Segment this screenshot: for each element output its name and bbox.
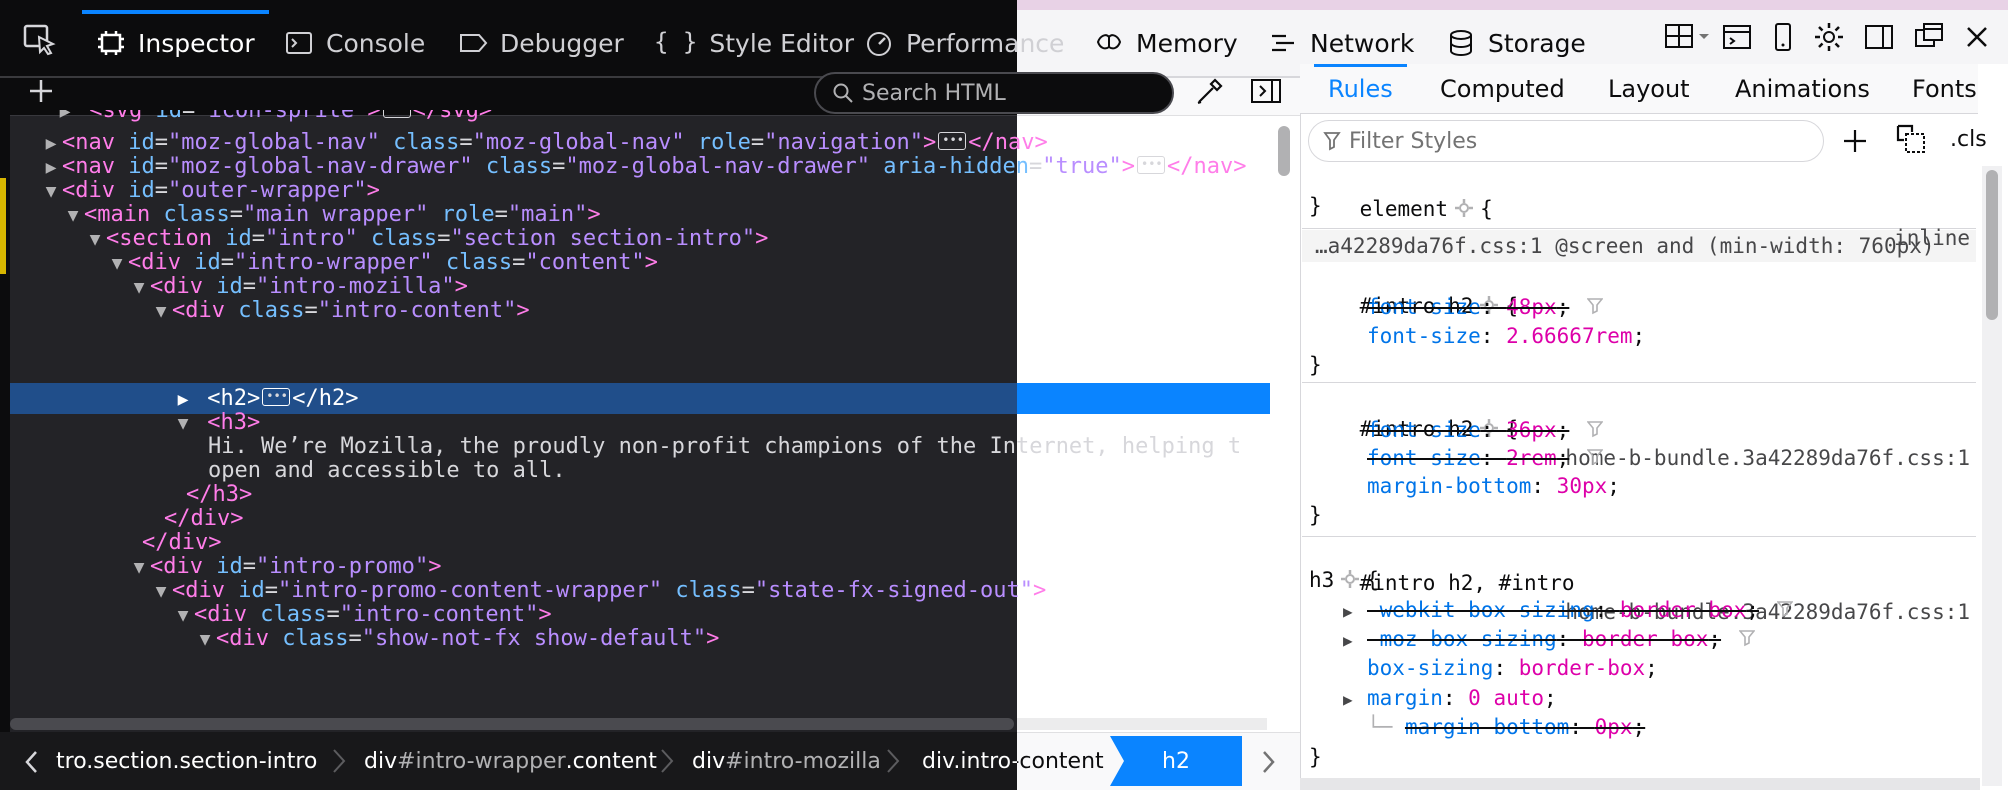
- declaration-overridden[interactable]: ▶ -webkit-box-sizing: border-box;: [1343, 596, 1980, 625]
- gear-icon[interactable]: [1340, 569, 1360, 589]
- declaration[interactable]: margin-bottom: 30px;: [1367, 472, 1980, 501]
- rule-close-brace: }: [1309, 745, 1322, 769]
- tab-fonts[interactable]: Fonts: [1912, 64, 1977, 114]
- tab-storage-label: Storage: [1488, 28, 1586, 58]
- tab-debugger[interactable]: Debugger: [458, 10, 624, 76]
- screenshot-icon[interactable]: [1720, 20, 1754, 54]
- markup-horizontal-scrollbar-track: [1017, 718, 1267, 730]
- breadcrumb-item[interactable]: div.intro-content: [922, 732, 1104, 790]
- tab-inspector-label: Inspector: [138, 28, 255, 58]
- filter-icon[interactable]: [1587, 448, 1604, 466]
- tab-performance[interactable]: Performance: [864, 10, 1064, 76]
- tab-console-label: Console: [326, 28, 426, 58]
- declaration-overridden[interactable]: font-size: 48px;: [1367, 293, 1980, 322]
- filter-styles-input[interactable]: Filter Styles: [1308, 120, 1824, 162]
- rules-list: element{ inline } …a42289da76f.css:1 @sc…: [1300, 166, 1980, 786]
- breadcrumb-item[interactable]: div #intro-mozilla: [692, 732, 881, 790]
- rule-selector-line-cont[interactable]: h3{: [1309, 566, 1980, 595]
- toggle-sidebar-icon[interactable]: [1249, 74, 1283, 108]
- breadcrumb-scroll-right-icon[interactable]: [1258, 748, 1278, 776]
- filter-icon: [1323, 132, 1341, 151]
- rule-selector-line[interactable]: element{ inline: [1309, 166, 1980, 250]
- device-icon[interactable]: [1766, 20, 1800, 54]
- add-rule-icon[interactable]: [1838, 124, 1872, 158]
- markup-line[interactable]: ▼ <div class="intro-content">: [10, 295, 1270, 326]
- declaration-overridden[interactable]: font-size: 36px;: [1367, 416, 1980, 445]
- tab-rules[interactable]: Rules: [1314, 64, 1407, 114]
- search-html-placeholder: Search HTML: [862, 80, 1006, 106]
- performance-icon: [867, 32, 891, 56]
- tab-style-editor-label: Style Editor: [709, 28, 855, 58]
- tab-memory-label: Memory: [1136, 28, 1238, 58]
- tab-performance-label: Performance: [906, 28, 1065, 58]
- breadcrumb-scroll-left-icon[interactable]: [22, 748, 42, 776]
- add-node-icon[interactable]: [26, 76, 56, 106]
- declaration[interactable]: box-sizing: border-box;: [1367, 654, 1980, 683]
- left-edge: [0, 78, 10, 790]
- declaration[interactable]: ▶ margin: 0 auto;: [1343, 684, 1980, 713]
- markup-tree: ▶ <svg id="icon-sprite"></svg> ▶<nav id=…: [10, 110, 1270, 726]
- print-simulation-icon[interactable]: [1894, 122, 1928, 156]
- undock-icon[interactable]: [1912, 20, 1946, 54]
- style-editor-icon: { }: [654, 28, 698, 56]
- rules-scrollbar-thumb[interactable]: [1986, 170, 1998, 320]
- tab-style-editor[interactable]: { } Style Editor: [654, 10, 854, 76]
- memory-icon: [1096, 34, 1122, 50]
- declaration-overridden[interactable]: font-size: 2rem;: [1367, 444, 1980, 473]
- rules-horizontal-scrollbar[interactable]: [1300, 778, 1980, 790]
- settings-icon[interactable]: [1812, 20, 1846, 54]
- dock-side-icon[interactable]: [1862, 20, 1896, 54]
- search-icon: [833, 83, 853, 103]
- filter-icon[interactable]: [1587, 297, 1604, 315]
- close-icon[interactable]: [1960, 20, 1994, 54]
- tab-layout[interactable]: Layout: [1608, 64, 1690, 114]
- rule-selector-line[interactable]: #intro h2, #intro home-b-bundle.3a42289d…: [1309, 540, 1980, 627]
- tab-console[interactable]: Console: [284, 10, 425, 76]
- eyedropper-icon[interactable]: [1193, 74, 1227, 108]
- storage-icon: [1450, 30, 1472, 57]
- tab-memory[interactable]: Memory: [1094, 10, 1238, 76]
- filter-icon[interactable]: [1776, 600, 1793, 618]
- console-icon: [286, 32, 312, 54]
- rule-close-brace: }: [1309, 194, 1322, 218]
- debugger-icon: [460, 34, 488, 52]
- rules-scrollbar[interactable]: [1982, 166, 2002, 786]
- filter-styles-placeholder: Filter Styles: [1349, 128, 1478, 154]
- breadcrumb-item[interactable]: div #intro-wrapper .content: [364, 732, 657, 790]
- declaration-overridden[interactable]: ▶ -moz-box-sizing: border-box;: [1343, 625, 1980, 654]
- network-icon: [1272, 34, 1294, 52]
- filter-icon[interactable]: [1587, 420, 1604, 438]
- rule-close-brace: }: [1309, 353, 1322, 377]
- breadcrumb-current[interactable]: h2: [1110, 736, 1242, 786]
- markup-horizontal-scrollbar[interactable]: [10, 718, 1014, 730]
- markup-line[interactable]: ▼ <div class="show-not-fx show-default">: [10, 623, 1270, 654]
- tab-inspector[interactable]: Inspector: [82, 10, 269, 76]
- breadcrumb-item[interactable]: tro.section.section-intro: [56, 732, 317, 790]
- tab-animations[interactable]: Animations: [1735, 64, 1870, 114]
- search-html-input[interactable]: Search HTML: [814, 72, 1174, 114]
- rule-selector-line[interactable]: #intro h2{ home-b-bundle.3a42289da76f.cs…: [1309, 386, 1980, 470]
- markup-scrollbar-thumb[interactable]: [1278, 126, 1290, 176]
- element-picker-icon[interactable]: [22, 22, 58, 58]
- responsive-design-icon[interactable]: [1664, 20, 1712, 54]
- tab-computed[interactable]: Computed: [1440, 64, 1565, 114]
- declaration-computed-child[interactable]: └─ margin-bottom: 0px;: [1367, 713, 1980, 742]
- breadcrumb-separator: [333, 749, 346, 773]
- tab-debugger-label: Debugger: [500, 28, 624, 58]
- breadcrumb-separator: [661, 749, 674, 773]
- declaration[interactable]: font-size: 2.66667rem;: [1367, 322, 1980, 351]
- markup-line[interactable]: ▶ <svg id="icon-sprite"></svg>: [10, 110, 1270, 126]
- cls-toggle-button[interactable]: .cls: [1950, 122, 1987, 156]
- inspector-icon: [98, 31, 124, 55]
- rule-close-brace: }: [1309, 503, 1322, 527]
- tab-network-label: Network: [1310, 28, 1415, 58]
- media-query-header[interactable]: …a42289da76f.css:1 @screen and (min-widt…: [1315, 232, 1980, 261]
- filter-icon[interactable]: [1739, 629, 1756, 647]
- rule-selector-line[interactable]: #intro h2{: [1309, 263, 1980, 318]
- breadcrumb-separator: [887, 749, 900, 773]
